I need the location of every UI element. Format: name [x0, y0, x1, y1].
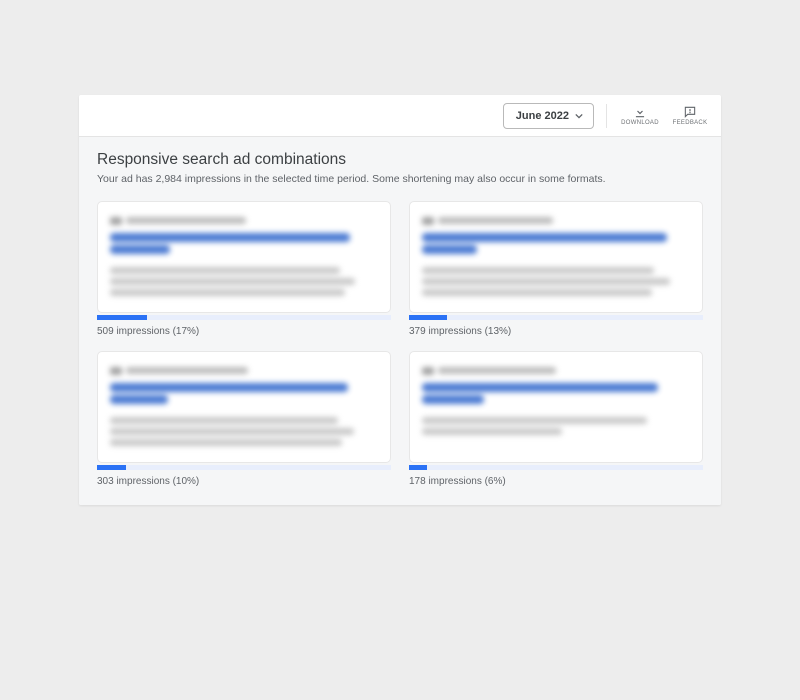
date-range-label: June 2022: [516, 110, 569, 122]
feedback-icon: [683, 105, 697, 119]
impressions-caption: 303 impressions (10%): [97, 476, 391, 487]
page-subtitle: Your ad has 2,984 impressions in the sel…: [97, 173, 703, 185]
ad-preview[interactable]: [409, 201, 703, 313]
impressions-bar: [409, 315, 703, 320]
download-button[interactable]: DOWNLOAD: [619, 105, 661, 126]
impressions-bar-fill: [409, 465, 427, 470]
blurred-preview: [110, 362, 378, 446]
ad-preview[interactable]: [97, 201, 391, 313]
impressions-bar-fill: [97, 315, 147, 320]
divider: [606, 104, 607, 128]
download-label: DOWNLOAD: [621, 120, 659, 126]
download-icon: [633, 105, 647, 119]
impressions-caption: 178 impressions (6%): [409, 476, 703, 487]
blurred-preview: [110, 212, 378, 296]
ad-preview[interactable]: [409, 351, 703, 463]
panel: June 2022 DOWNLOAD FEEDBACK Responsive s…: [79, 95, 721, 505]
content: Responsive search ad combinations Your a…: [79, 137, 721, 505]
impressions-bar: [97, 465, 391, 470]
page-title: Responsive search ad combinations: [97, 151, 703, 169]
blurred-preview: [422, 212, 690, 296]
ad-combo-card: 379 impressions (13%): [409, 201, 703, 337]
ad-combo-card: 303 impressions (10%): [97, 351, 391, 487]
ad-combo-card: 178 impressions (6%): [409, 351, 703, 487]
ad-preview[interactable]: [97, 351, 391, 463]
impressions-caption: 509 impressions (17%): [97, 326, 391, 337]
cards-grid: 509 impressions (17%): [97, 201, 703, 487]
impressions-bar-fill: [97, 465, 126, 470]
feedback-label: FEEDBACK: [673, 120, 708, 126]
impressions-bar: [97, 315, 391, 320]
impressions-caption: 379 impressions (13%): [409, 326, 703, 337]
ad-combo-card: 509 impressions (17%): [97, 201, 391, 337]
topbar: June 2022 DOWNLOAD FEEDBACK: [79, 95, 721, 137]
chevron-down-icon: [575, 112, 583, 120]
feedback-button[interactable]: FEEDBACK: [669, 105, 711, 126]
impressions-bar-fill: [409, 315, 447, 320]
date-range-button[interactable]: June 2022: [503, 103, 594, 129]
blurred-preview: [422, 362, 690, 435]
impressions-bar: [409, 465, 703, 470]
